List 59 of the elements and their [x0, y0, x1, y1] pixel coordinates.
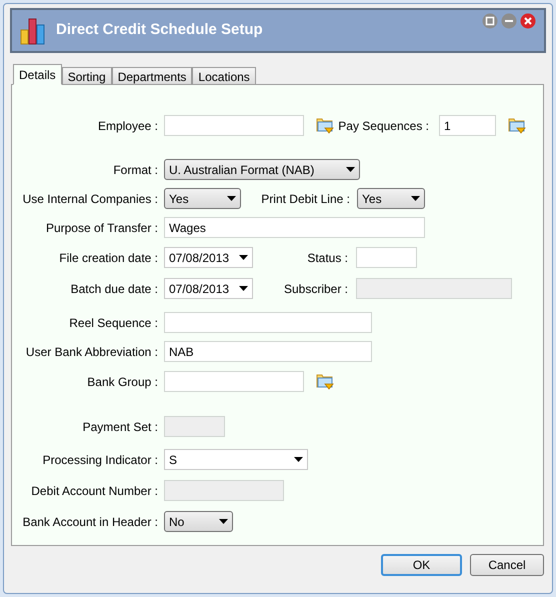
window-title: Direct Credit Schedule Setup: [56, 20, 264, 40]
field-label: Batch due date :: [70, 280, 158, 298]
date-picker[interactable]: 07/08/2013: [164, 247, 253, 268]
dropdown-arrow-icon: [346, 167, 355, 172]
dropdown-arrow-icon: [239, 255, 248, 260]
dialog-button[interactable]: Cancel: [470, 554, 544, 576]
folder-lookup-icon[interactable]: [316, 373, 334, 390]
dropdown-value: Yes: [362, 190, 382, 208]
minimize-icon[interactable]: [501, 13, 517, 29]
field-label: Subscriber :: [282, 280, 348, 298]
field-label: Format :: [112, 162, 158, 178]
field-label: Employee :: [96, 118, 158, 134]
dropdown-arrow-icon: [411, 196, 420, 201]
dropdown[interactable]: Yes: [357, 188, 425, 209]
dropdown[interactable]: No: [164, 511, 233, 532]
folder-lookup-icon[interactable]: [508, 117, 526, 134]
combo-box[interactable]: S: [164, 449, 308, 470]
dropdown[interactable]: U. Australian Format (NAB): [164, 159, 360, 180]
field-label: Processing Indicator :: [42, 452, 158, 468]
input-field[interactable]: NAB: [164, 341, 372, 362]
field-label: Bank Group :: [86, 374, 158, 390]
input-field[interactable]: [164, 371, 304, 392]
field-label: Bank Account in Header :: [22, 514, 158, 530]
field-label: Status :: [306, 250, 348, 266]
dropdown-arrow-icon: [219, 519, 228, 524]
dropdown-arrow-icon: [239, 286, 248, 291]
input-field[interactable]: [356, 247, 417, 268]
bar-chart-icon: [20, 16, 46, 44]
tab[interactable]: Sorting: [62, 67, 112, 85]
field-label: Debit Account Number :: [30, 482, 158, 500]
dropdown-value: No: [169, 514, 184, 530]
field-value: 07/08/2013: [169, 280, 230, 298]
field-label: Pay Sequences :: [337, 118, 429, 134]
dropdown[interactable]: Yes: [164, 188, 241, 209]
dropdown-value: U. Australian Format (NAB): [169, 162, 314, 178]
close-icon[interactable]: [520, 13, 536, 29]
folder-lookup-icon[interactable]: [316, 117, 334, 134]
dropdown-arrow-icon: [294, 457, 303, 462]
field-label: File creation date :: [58, 250, 158, 266]
dropdown-value: Yes: [169, 190, 189, 208]
field-label: Purpose of Transfer :: [44, 220, 158, 236]
field-value: S: [169, 452, 178, 468]
tab[interactable]: Locations: [192, 67, 256, 85]
field-label: Reel Sequence :: [68, 314, 158, 332]
input-field[interactable]: [164, 312, 372, 333]
tab[interactable]: Departments: [112, 67, 192, 85]
date-picker[interactable]: 07/08/2013: [164, 278, 253, 299]
dialog-button[interactable]: OK: [381, 554, 462, 576]
field-label: Use Internal Companies :: [22, 190, 158, 208]
input-field[interactable]: 1: [439, 115, 496, 136]
input-field[interactable]: Wages: [164, 217, 425, 238]
field-label: Print Debit Line :: [260, 190, 350, 208]
input-field[interactable]: [164, 115, 304, 136]
field-label: Payment Set :: [82, 418, 158, 436]
field-label: User Bank Abbreviation :: [24, 344, 158, 360]
field-value: 07/08/2013: [169, 250, 230, 266]
tab[interactable]: Details: [13, 64, 62, 85]
restore-icon[interactable]: [482, 13, 498, 29]
dropdown-arrow-icon: [227, 196, 236, 201]
